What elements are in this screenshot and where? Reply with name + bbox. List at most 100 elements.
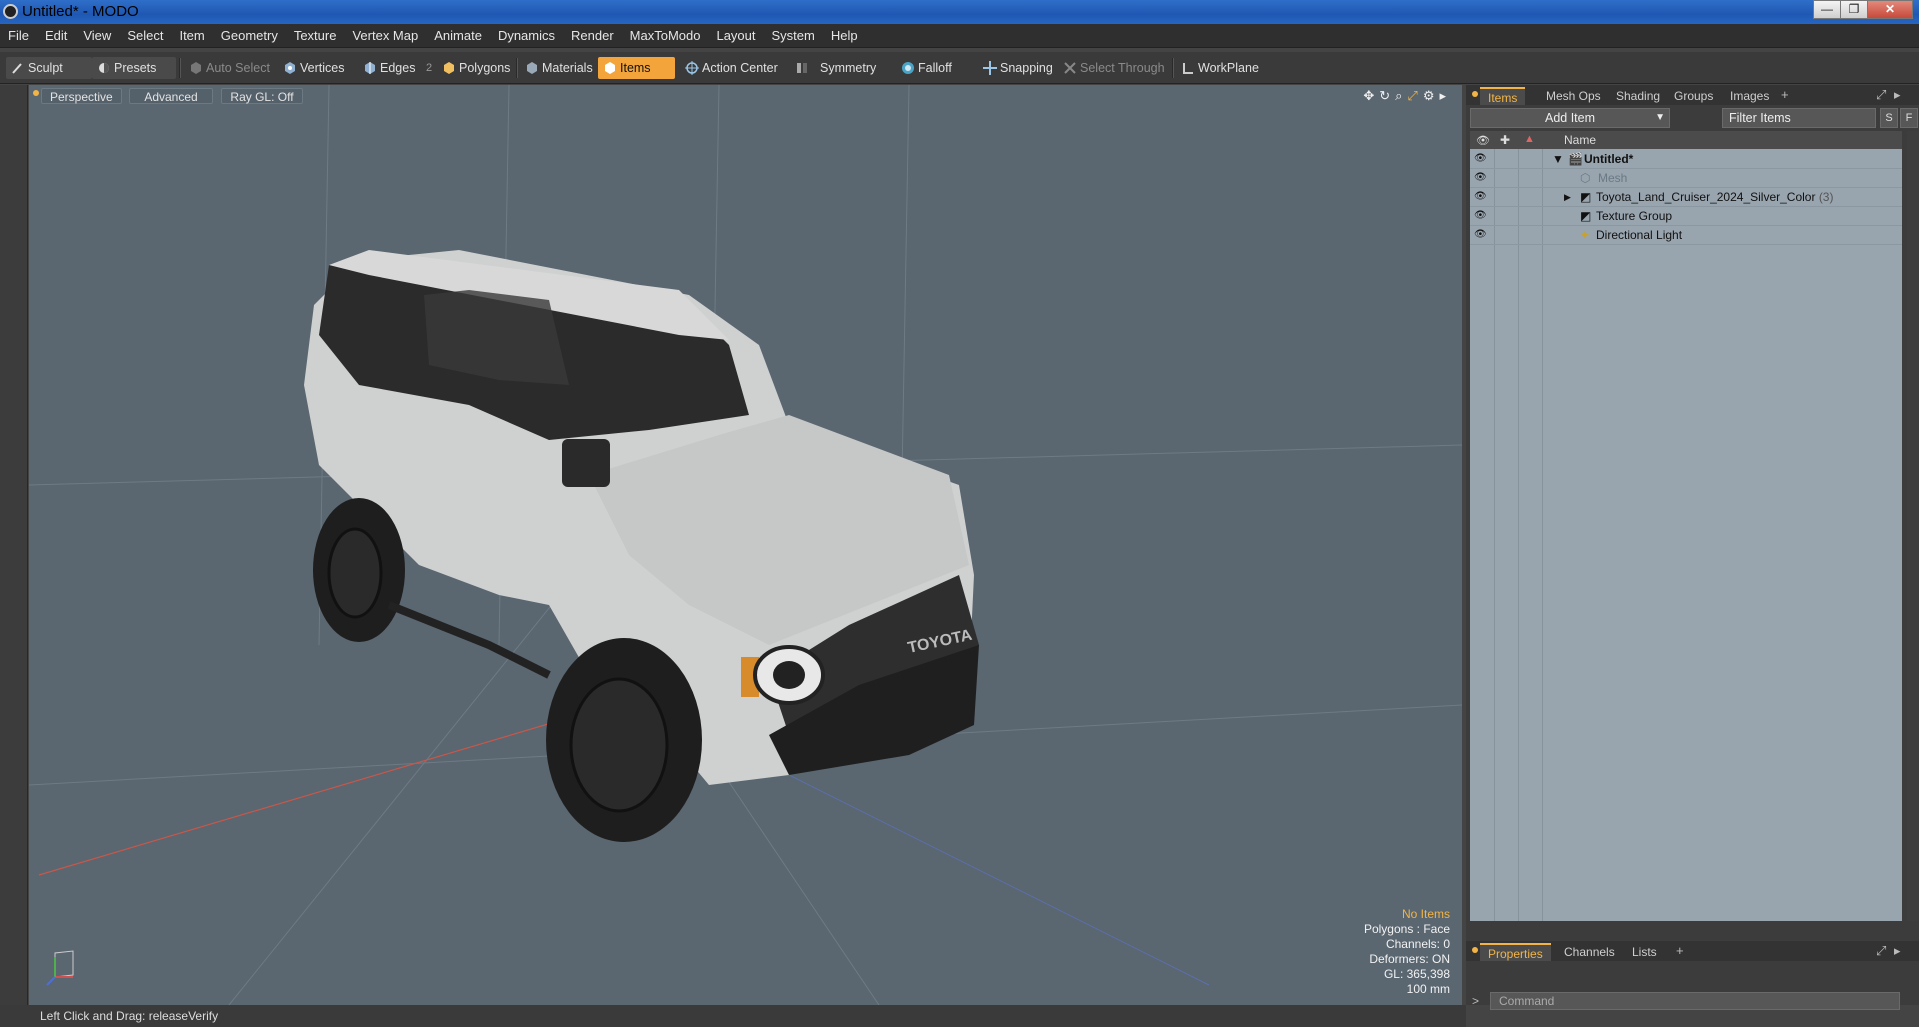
eye-icon[interactable]: 👁 xyxy=(1474,191,1488,203)
visibility-header-icon: 👁 xyxy=(1476,135,1490,147)
items-panel: Items Mesh Ops Shading Groups Images + ⤢… xyxy=(1466,85,1919,1010)
expand-panel-icon[interactable]: ⤢ xyxy=(1876,943,1886,959)
mesh-icon: ⬡ xyxy=(1580,171,1591,185)
group-icon: ◩ xyxy=(1580,190,1592,204)
action-center-button[interactable]: Action Center xyxy=(680,57,786,79)
viewport-settings-icon[interactable]: ⚙ xyxy=(1423,89,1435,103)
add-item-button[interactable]: Add Item ▼ xyxy=(1470,108,1670,128)
menu-layout[interactable]: Layout xyxy=(708,24,763,48)
presets-button[interactable]: Presets xyxy=(92,57,176,79)
tab-groups[interactable]: Groups xyxy=(1666,87,1721,105)
hud-polygons: Polygons : Face xyxy=(1363,922,1450,936)
edges-icon xyxy=(365,62,375,74)
falloff-icon xyxy=(902,62,914,74)
add-tab-icon[interactable]: + xyxy=(1781,87,1789,102)
move-view-icon[interactable]: ✥ xyxy=(1363,89,1374,103)
status-bar: Left Click and Drag: releaseVerify xyxy=(0,1005,1466,1027)
f-button[interactable]: F xyxy=(1900,108,1918,128)
tab-channels[interactable]: Channels xyxy=(1556,943,1623,961)
items-icon xyxy=(605,62,615,74)
panel-menu-icon[interactable]: ▸ xyxy=(1894,87,1901,103)
workplane-button[interactable]: WorkPlane xyxy=(1176,57,1267,79)
vertices-button[interactable]: Vertices xyxy=(278,57,352,79)
rotate-view-icon[interactable]: ↻ xyxy=(1379,89,1390,103)
menu-item[interactable]: Item xyxy=(171,24,212,48)
snapping-icon xyxy=(983,61,997,75)
menu-maxtomodo[interactable]: MaxToModo xyxy=(622,24,709,48)
tab-mesh-ops[interactable]: Mesh Ops xyxy=(1538,87,1609,105)
tree-row-label: Untitled* xyxy=(1584,152,1634,166)
tab-items[interactable]: Items xyxy=(1480,87,1526,105)
expand-arrow-icon[interactable]: ▼ xyxy=(1552,152,1564,166)
auto-select-button[interactable]: Auto Select xyxy=(184,57,278,79)
tree-row-model[interactable]: 👁 ▶ ◩ Toyota_Land_Cruiser_2024_Silver_Co… xyxy=(1470,188,1902,207)
expand-arrow-icon[interactable]: ▶ xyxy=(1564,192,1571,203)
edges-button[interactable]: Edges xyxy=(358,57,423,79)
materials-button[interactable]: Materials xyxy=(520,57,601,79)
tab-shading[interactable]: Shading xyxy=(1608,87,1668,105)
menu-select[interactable]: Select xyxy=(119,24,171,48)
zoom-view-icon[interactable]: ⌕ xyxy=(1395,89,1402,103)
sculpt-label: Sculpt xyxy=(28,61,63,75)
tree-row-mesh[interactable]: 👁 ⬡ Mesh xyxy=(1470,169,1902,188)
add-tab-icon[interactable]: + xyxy=(1676,943,1684,958)
eye-icon[interactable]: 👁 xyxy=(1474,229,1488,241)
auto-select-label: Auto Select xyxy=(206,61,270,75)
eye-icon[interactable]: 👁 xyxy=(1474,153,1488,165)
menu-file[interactable]: File xyxy=(0,24,37,48)
tree-row-label: Mesh xyxy=(1598,171,1628,185)
menu-help[interactable]: Help xyxy=(823,24,866,48)
shading-dropdown[interactable]: Advanced xyxy=(129,88,213,104)
viewport-hud: No Items Polygons : Face Channels: 0 Def… xyxy=(1364,907,1450,997)
menu-render[interactable]: Render xyxy=(563,24,622,48)
menu-dynamics[interactable]: Dynamics xyxy=(490,24,563,48)
tree-row-texture-group[interactable]: 👁 ◩ Texture Group xyxy=(1470,207,1902,226)
panel-dot-icon xyxy=(1472,91,1478,97)
menu-geometry[interactable]: Geometry xyxy=(213,24,286,48)
viewport-menu-arrow-icon[interactable]: ▸ xyxy=(1439,89,1446,103)
edges-count: 2 xyxy=(426,62,433,74)
fit-view-icon[interactable]: ⤢ xyxy=(1407,89,1417,103)
eye-icon[interactable]: 👁 xyxy=(1474,172,1488,184)
items-label: Items xyxy=(620,61,651,75)
menu-animate[interactable]: Animate xyxy=(426,24,490,48)
select-through-label: Select Through xyxy=(1080,61,1165,75)
close-button[interactable]: ✕ xyxy=(1867,0,1913,19)
minimize-button[interactable]: — xyxy=(1813,0,1841,19)
tab-images[interactable]: Images xyxy=(1722,87,1777,105)
tree-scrollbar[interactable] xyxy=(1907,131,1919,921)
render-header-icon: ▲ xyxy=(1524,133,1535,145)
falloff-button[interactable]: Falloff xyxy=(896,57,960,79)
menu-texture[interactable]: Texture xyxy=(286,24,345,48)
maximize-button[interactable]: ❐ xyxy=(1840,0,1868,19)
tree-row-directional-light[interactable]: 👁 ✦ Directional Light xyxy=(1470,226,1902,245)
panel-menu-icon[interactable]: ▸ xyxy=(1894,943,1901,959)
sculpt-button[interactable]: Sculpt xyxy=(6,57,92,79)
menu-view[interactable]: View xyxy=(75,24,119,48)
expand-panel-icon[interactable]: ⤢ xyxy=(1876,87,1886,103)
snapping-button[interactable]: Snapping xyxy=(978,57,1061,79)
symmetry-button[interactable]: Symmetry xyxy=(790,57,884,79)
edges-label: Edges xyxy=(380,61,416,75)
raygl-dropdown[interactable]: Ray GL: Off xyxy=(221,88,303,104)
menu-system[interactable]: System xyxy=(764,24,823,48)
lock-header-icon: ✚ xyxy=(1500,133,1511,147)
menu-vertex-map[interactable]: Vertex Map xyxy=(344,24,426,48)
eye-icon[interactable]: 👁 xyxy=(1474,210,1488,222)
name-column-header: Name xyxy=(1564,133,1597,147)
menu-edit[interactable]: Edit xyxy=(37,24,75,48)
items-button[interactable]: Items xyxy=(598,57,675,79)
filter-items-input[interactable]: Filter Items xyxy=(1722,108,1876,128)
polygons-button[interactable]: Polygons xyxy=(437,57,518,79)
select-through-button[interactable]: Select Through xyxy=(1058,57,1173,79)
view-type-dropdown[interactable]: Perspective xyxy=(41,88,122,104)
tab-properties[interactable]: Properties xyxy=(1480,943,1551,961)
tree-row-scene[interactable]: 👁 ▼ 🎬 Untitled* xyxy=(1470,150,1902,169)
s-button[interactable]: S xyxy=(1880,108,1898,128)
presets-icon xyxy=(99,63,109,73)
3d-viewport[interactable]: TOYOTA Perspective Advanced Ray GL: Off … xyxy=(29,85,1462,1005)
tab-lists[interactable]: Lists xyxy=(1624,943,1665,961)
command-input[interactable]: Command xyxy=(1490,992,1900,1010)
menu-bar: File Edit View Select Item Geometry Texture Ver… xyxy=(0,24,1919,48)
presets-label: Presets xyxy=(114,61,157,75)
